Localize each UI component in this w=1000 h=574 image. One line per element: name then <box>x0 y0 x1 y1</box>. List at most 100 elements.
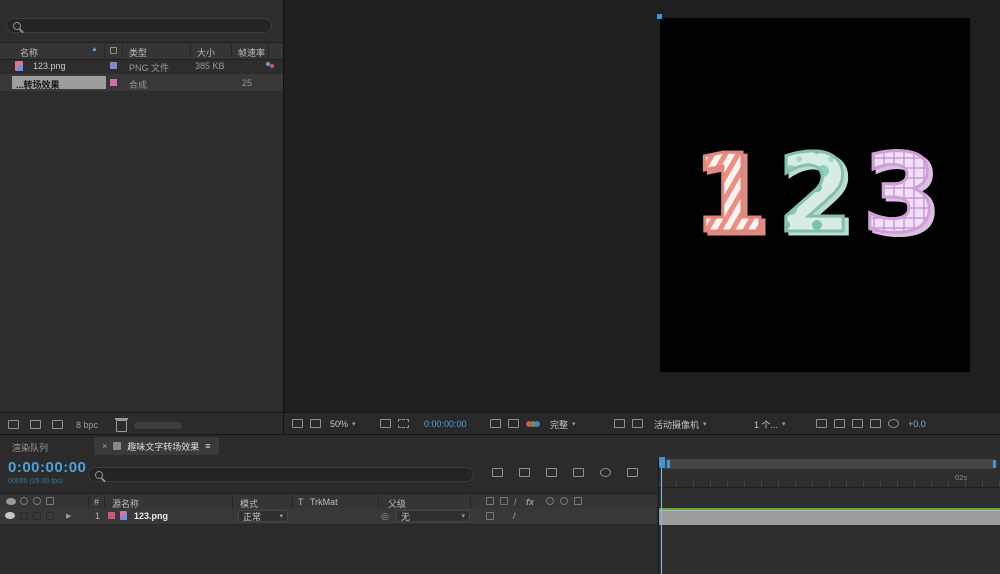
tab-close-icon[interactable]: × <box>102 441 107 451</box>
window-icon[interactable] <box>310 419 321 428</box>
comp-flowchart-icon[interactable] <box>870 419 881 428</box>
layer-parent-select[interactable]: 无 ▾ <box>396 510 470 522</box>
channels-icon[interactable] <box>526 421 541 429</box>
viewer-timecode[interactable]: 0:00:00:00 <box>424 419 467 429</box>
footer-slider[interactable] <box>134 422 182 429</box>
column-divider[interactable] <box>104 495 105 508</box>
preview-display-icon[interactable] <box>292 419 303 428</box>
column-t[interactable]: T <box>298 497 304 507</box>
fx-switch-icon[interactable]: fx <box>526 497 534 507</box>
column-divider[interactable] <box>470 495 471 508</box>
layer-collapse-switch[interactable] <box>486 512 494 520</box>
mask-visibility-icon[interactable] <box>398 419 409 428</box>
3d-layer-switch-icon[interactable] <box>574 497 582 505</box>
draft-3d-icon[interactable] <box>519 468 530 477</box>
chevron-down-icon: ▾ <box>279 512 283 520</box>
sort-asc-icon[interactable]: ▲ <box>91 46 98 53</box>
label-column-icon[interactable] <box>110 47 117 54</box>
solo-column-icon[interactable] <box>33 497 41 505</box>
collapse-switch-icon[interactable] <box>500 497 508 505</box>
bit-depth-button[interactable]: 8 bpc <box>76 420 98 430</box>
time-ruler[interactable]: 02s <box>659 471 1000 488</box>
composition-canvas[interactable]: 1 2 3 <box>657 14 970 372</box>
audio-column-icon[interactable] <box>20 497 28 505</box>
zoom-select[interactable]: 50% ▾ <box>330 417 356 431</box>
column-divider[interactable] <box>231 44 232 58</box>
column-index[interactable]: # <box>94 497 99 507</box>
footage-name[interactable]: 123.png <box>33 61 66 71</box>
lock-column-icon[interactable] <box>46 497 54 505</box>
motion-blur-icon[interactable] <box>600 468 611 477</box>
artwork-digit-3: 3 <box>861 132 939 257</box>
resolution-select[interactable]: 完整 ▾ <box>550 417 576 431</box>
camera-select[interactable]: 活动摄像机 ▾ <box>654 417 707 431</box>
panel-menu-icon[interactable]: ≡ <box>205 441 210 451</box>
time-navigator[interactable] <box>661 459 997 469</box>
rename-field[interactable]: ...转场效果 <box>12 76 106 91</box>
layer-solo-toggle[interactable] <box>33 512 41 520</box>
navigator-end-handle[interactable] <box>993 460 996 468</box>
hide-shy-icon[interactable] <box>546 468 557 477</box>
comp-mini-flowchart-icon[interactable] <box>492 468 503 477</box>
column-divider[interactable] <box>88 495 89 508</box>
comp-selection-handle[interactable] <box>657 14 662 19</box>
column-divider[interactable] <box>292 495 293 508</box>
column-divider[interactable] <box>122 44 123 58</box>
timeline-panel-icon[interactable] <box>852 419 863 428</box>
tab-render-queue[interactable]: 渲染队列 <box>12 441 48 454</box>
transparency-grid-icon[interactable] <box>632 419 643 428</box>
column-divider[interactable] <box>190 44 191 58</box>
frame-blending-icon[interactable] <box>573 468 584 477</box>
roi-icon[interactable] <box>614 419 625 428</box>
eye-column-icon[interactable] <box>6 498 16 505</box>
layer-audio-toggle[interactable] <box>20 512 28 520</box>
tab-comp-label[interactable]: 趣味文字转场效果 <box>127 440 199 453</box>
interpret-footage-icon[interactable] <box>8 420 19 429</box>
column-divider[interactable] <box>104 44 105 58</box>
column-divider[interactable] <box>378 495 379 508</box>
timeline-track-area[interactable]: 02s <box>658 457 1000 574</box>
snapshot-icon[interactable] <box>490 419 501 428</box>
new-folder-icon[interactable] <box>30 420 41 429</box>
pixel-aspect-icon[interactable] <box>816 419 827 428</box>
project-search-input[interactable] <box>6 18 272 33</box>
new-composition-icon[interactable] <box>52 420 63 429</box>
column-trkmat[interactable]: TrkMat <box>310 497 338 507</box>
after-effects-window: 名称 ▲ 类型 大小 帧速率 123.png PNG 文件 385 KB ...… <box>0 0 1000 574</box>
playhead-line[interactable] <box>661 457 662 574</box>
view-layout-select[interactable]: 1 个... ▾ <box>754 417 786 431</box>
comp-name[interactable]: ...转场效果 <box>16 78 60 91</box>
layer-quality-switch[interactable]: / <box>513 511 516 521</box>
parent-pickwhip-icon[interactable]: ◎ <box>381 511 389 522</box>
project-row-footage[interactable]: 123.png PNG 文件 385 KB <box>0 58 283 74</box>
quality-switch-icon[interactable]: / <box>514 497 517 507</box>
tab-comp-active[interactable]: × 趣味文字转场效果 ≡ <box>94 437 219 455</box>
show-snapshot-icon[interactable] <box>508 419 519 428</box>
layer-label-chip[interactable] <box>108 512 115 519</box>
layer-row[interactable]: ▶ 1 123.png 正常 ▾ ◎ 无 ▾ / <box>0 508 657 525</box>
reset-exposure-icon[interactable] <box>888 419 899 428</box>
column-divider[interactable] <box>268 44 269 58</box>
layer-name[interactable]: 123.png <box>134 511 168 521</box>
timeline-search-input[interactable] <box>88 467 474 482</box>
label-color-chip[interactable] <box>110 62 117 69</box>
fast-previews-icon[interactable] <box>834 419 845 428</box>
layer-visibility-toggle[interactable] <box>5 512 15 519</box>
graph-editor-icon[interactable] <box>627 468 638 477</box>
column-divider[interactable] <box>232 495 233 508</box>
ruler-grid-icon[interactable] <box>380 419 391 428</box>
motion-blur-switch-icon[interactable] <box>546 497 554 505</box>
exposure-value[interactable]: +0.0 <box>908 419 926 429</box>
navigator-start-handle[interactable] <box>667 460 670 468</box>
current-timecode[interactable]: 0:00:00:00 <box>8 459 86 476</box>
layer-duration-bar[interactable] <box>659 510 1000 525</box>
adjustment-layer-switch-icon[interactable] <box>560 497 568 505</box>
layer-twirl[interactable]: ▶ <box>66 512 71 520</box>
playhead-handle[interactable] <box>659 457 665 468</box>
project-row-comp[interactable]: ...转场效果 合成 25 <box>0 74 283 91</box>
delete-icon[interactable] <box>115 418 128 432</box>
label-color-chip[interactable] <box>110 79 117 86</box>
shy-switch-icon[interactable] <box>486 497 494 505</box>
layer-lock-toggle[interactable] <box>46 512 54 520</box>
layer-mode-select[interactable]: 正常 ▾ <box>238 510 288 522</box>
